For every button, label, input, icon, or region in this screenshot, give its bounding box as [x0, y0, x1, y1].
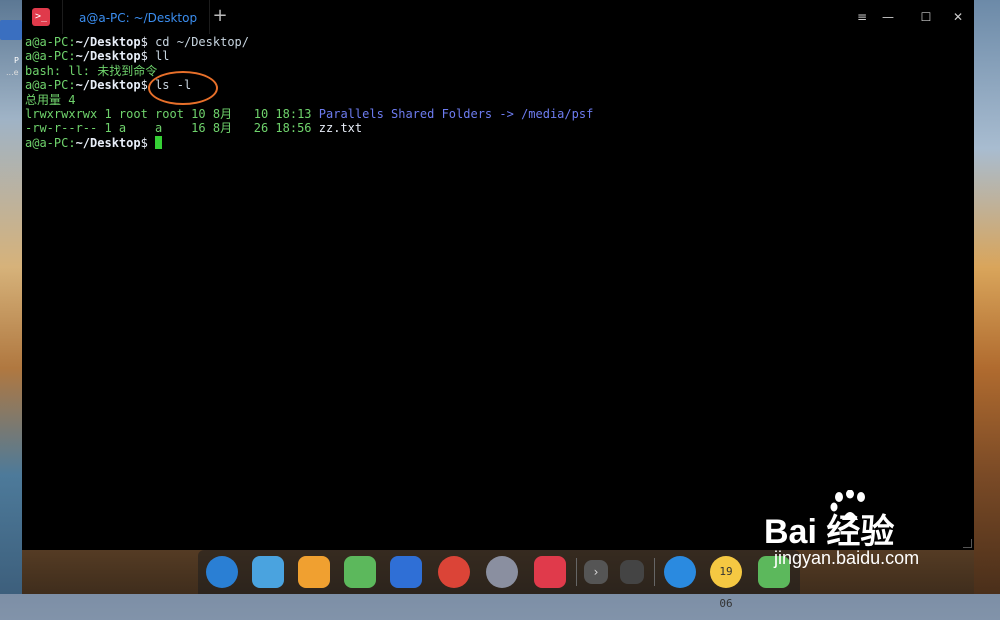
listing-target: /media/psf [521, 106, 594, 121]
settings-icon[interactable] [486, 556, 518, 588]
resize-handle[interactable] [963, 539, 972, 548]
terminal-line: -rw-r--r-- 1 a a 16 8月 26 18:56 zz.txt [25, 121, 965, 135]
terminal-window: >_ a@a-PC: ~/Desktop + ≡ — ☐ ✕ a@a-PC:~/… [22, 0, 974, 550]
minimize-icon[interactable]: — [880, 9, 896, 25]
listing-meta: lrwxrwxrwx 1 root root 10 8月 10 18:13 [25, 106, 319, 121]
desktop-icon-label: P [14, 56, 19, 65]
command-text: cd ~/Desktop/ [147, 35, 249, 49]
prompt-path: ~/Desktop [75, 49, 141, 64]
terminal-app-icon[interactable]: >_ [32, 8, 50, 26]
maximize-icon[interactable]: ☐ [918, 9, 934, 25]
app-store-icon[interactable] [298, 556, 330, 588]
prompt-path: ~/Desktop [75, 78, 141, 93]
add-tab-icon[interactable]: + [210, 6, 230, 26]
dock-separator [654, 558, 655, 586]
prompt-user: a@a-PC: [25, 49, 76, 64]
listing-meta: -rw-r--r-- 1 a a 16 8月 26 18:56 [25, 121, 319, 136]
tab-desktop[interactable]: a@a-PC: ~/Desktop [62, 0, 210, 34]
file-manager-icon[interactable] [252, 556, 284, 588]
prompt-dollar: $ [140, 78, 148, 93]
prompt-dollar: $ [140, 35, 148, 49]
terminal-line: a@a-PC:~/Desktop$ cd ~/Desktop/ [25, 35, 965, 49]
prompt-dollar: $ [140, 135, 148, 150]
prompt-dollar: $ [140, 49, 148, 64]
prompt-path: ~/Desktop [75, 135, 141, 150]
command-text: ll [147, 49, 170, 64]
prompt-path: ~/Desktop [75, 35, 141, 49]
music-icon[interactable] [344, 556, 376, 588]
show-more-icon[interactable]: › [584, 560, 608, 584]
terminal-icon[interactable] [534, 556, 566, 588]
launcher-icon[interactable] [206, 556, 238, 588]
listing-arrow: -> [492, 106, 522, 121]
listing-name: Parallels Shared Folders [318, 106, 493, 121]
dock-separator [576, 558, 577, 586]
watermark-main: Bai 经验 [764, 513, 895, 551]
desktop-wallpaper-right [974, 0, 1000, 594]
annotation-circle [148, 71, 218, 105]
cursor [155, 135, 163, 149]
output-text: bash: ll: 未找到命令 [25, 63, 158, 78]
prompt-user: a@a-PC: [25, 135, 76, 150]
watermark-url: jingyan.baidu.com [774, 548, 920, 568]
tab-label: a@a-PC: ~/Desktop [79, 11, 198, 25]
desktop-folder-icon[interactable] [0, 20, 22, 40]
command-text [148, 136, 155, 150]
menu-icon[interactable]: ≡ [854, 9, 870, 25]
prompt-user: a@a-PC: [25, 35, 76, 49]
power-icon[interactable] [664, 556, 696, 588]
video-icon[interactable] [390, 556, 422, 588]
title-bar: >_ a@a-PC: ~/Desktop + ≡ — ☐ ✕ [22, 0, 974, 34]
dock: › 19 06 [198, 550, 800, 610]
prompt-user: a@a-PC: [25, 78, 76, 93]
listing-name: zz.txt [318, 121, 363, 136]
terminal-line: a@a-PC:~/Desktop$ ll [25, 49, 965, 63]
keyboard-icon[interactable] [620, 560, 644, 584]
close-icon[interactable]: ✕ [950, 9, 966, 25]
terminal-line: a@a-PC:~/Desktop$ [25, 135, 965, 150]
desktop-icon-label-2: ...e [6, 68, 19, 77]
desktop-wallpaper-left [0, 0, 22, 594]
baidu-watermark: Bai 经验 jingyan.baidu.com [764, 490, 964, 570]
terminal-line: lrwxrwxrwx 1 root root 10 8月 10 18:13 Pa… [25, 107, 965, 121]
clock-icon[interactable]: 19 06 [710, 556, 742, 610]
output-text: 总用量 4 [25, 92, 76, 107]
chrome-icon[interactable] [438, 556, 470, 588]
